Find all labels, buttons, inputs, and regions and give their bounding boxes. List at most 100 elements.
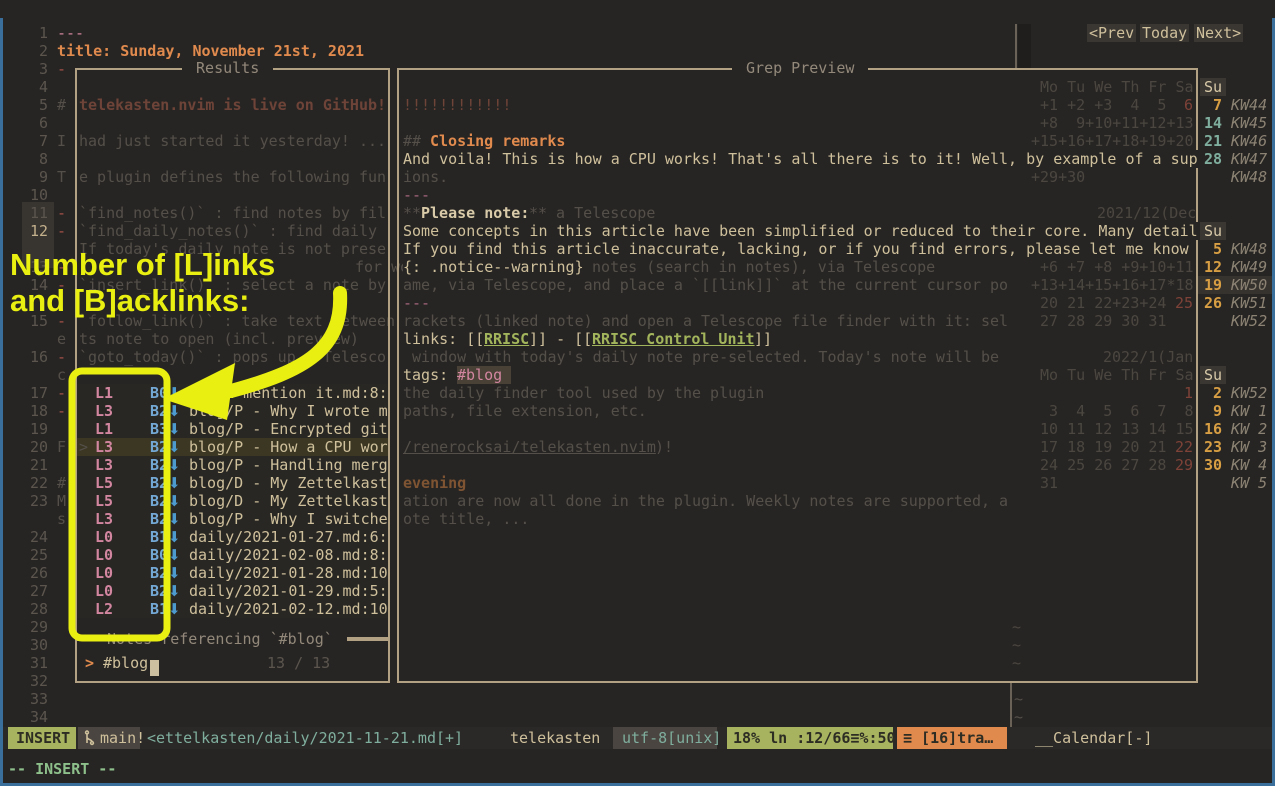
calendar-day[interactable]: 16: [1204, 420, 1222, 438]
calendar-day[interactable]: 7: [1204, 96, 1222, 114]
buffer-text: e: [57, 330, 66, 348]
line-number: 4: [39, 78, 48, 96]
result-file-label: blog/P - Why I switche: [189, 510, 388, 528]
preview-text: /renerocksai/telekasten.nvim: [403, 438, 656, 456]
result-file-label: daily/2021-01-27.md:6:: [189, 528, 388, 546]
down-arrow-icon: ⬇: [168, 456, 181, 474]
line-number: 28: [30, 600, 48, 618]
backlinks-count: B2: [150, 402, 168, 420]
calendar-prev-button[interactable]: <Prev: [1087, 24, 1136, 42]
preview-text: tags:: [403, 366, 457, 384]
results-row[interactable]: L5B2⬇blog/D - My Zettelkast: [77, 492, 388, 510]
calendar-today-button[interactable]: Today: [1140, 24, 1189, 42]
calendar-day[interactable]: 2: [1204, 384, 1222, 402]
calendar-day[interactable]: 19: [1204, 276, 1222, 294]
calendar-buffer-label: __Calendar[-]: [1035, 729, 1152, 747]
prompt-prefix: >: [85, 654, 94, 672]
calendar-week-label: KW45: [1231, 114, 1267, 132]
preview-text: Some concepts in this article have been …: [403, 222, 1198, 240]
calendar-day[interactable]: 23: [1204, 438, 1222, 456]
calendar-day[interactable]: 5: [1204, 240, 1222, 258]
calendar-week-label: KW 3: [1231, 438, 1267, 456]
buffer-text: s: [57, 510, 66, 528]
calendar-day[interactable]: 30: [1204, 456, 1222, 474]
links-count: L5: [95, 492, 113, 510]
results-row[interactable]: L1B0⬇ i mention it.md:8:: [77, 384, 388, 402]
down-arrow-icon: ⬇: [168, 402, 181, 420]
calendar-day[interactable]: 21: [1204, 132, 1222, 150]
preview-window-title: Grep Preview: [732, 59, 868, 77]
window-frame-left: [0, 18, 3, 786]
result-file-label: daily/2021-01-29.md:5:: [189, 582, 388, 600]
results-row[interactable]: L0B2⬇daily/2021-01-29.md:5:: [77, 582, 388, 600]
results-row[interactable]: L0B2⬇daily/2021-01-28.md:10: [77, 564, 388, 582]
preview-text: ote title, ...: [403, 510, 529, 528]
result-counter: 13 / 13: [267, 654, 330, 672]
line-number: 10: [30, 186, 48, 204]
links-count: L1: [95, 420, 113, 438]
calendar-next-button[interactable]: Next>: [1194, 24, 1243, 42]
calendar-week-label: KW 2: [1231, 420, 1267, 438]
buffer-text: -: [57, 402, 66, 420]
results-row[interactable]: L0B1⬇daily/2021-01-27.md:6:: [77, 528, 388, 546]
result-file-label: daily/2021-02-08.md:8:: [189, 546, 388, 564]
results-row[interactable]: L3B2⬇blog/P - Why I switche: [77, 510, 388, 528]
preview-text: window with today's daily note pre-selec…: [403, 348, 999, 366]
note-link[interactable]: RRISC: [484, 330, 529, 348]
results-row[interactable]: L3B2⬇blog/P - Handling merg: [77, 456, 388, 474]
calendar-day[interactable]: 12: [1204, 258, 1222, 276]
links-count: L2: [95, 600, 113, 618]
empty-line-tilde: ~: [1012, 618, 1021, 636]
calendar-day[interactable]: 26: [1204, 294, 1222, 312]
result-file-label: daily/2021-01-28.md:10: [189, 564, 388, 582]
note-link[interactable]: RRISC Control Unit: [592, 330, 755, 348]
results-row[interactable]: L0B0⬇daily/2021-02-08.md:8:: [77, 546, 388, 564]
links-count: L3: [95, 510, 113, 528]
calendar-day[interactable]: 28: [1204, 150, 1222, 168]
calendar-day[interactable]: 14: [1204, 114, 1222, 132]
backlinks-count: B3: [150, 420, 168, 438]
buffer-text: M: [57, 492, 66, 510]
line-number: 17: [30, 384, 48, 402]
down-arrow-icon: ⬇: [168, 564, 181, 582]
links-count: L3: [95, 402, 113, 420]
backlinks-count: B1: [150, 600, 168, 618]
links-count: L0: [95, 546, 113, 564]
preview-text: ##: [403, 132, 421, 150]
line-number: 16: [30, 348, 48, 366]
calendar-sign-column: [1018, 24, 1031, 68]
preview-text: {: .notice--warning}: [403, 258, 584, 276]
line-number: 27: [30, 582, 48, 600]
empty-line-tilde: ~: [1014, 690, 1023, 708]
line-number: 21: [30, 456, 48, 474]
results-row[interactable]: L2B1⬇daily/2021-02-12.md:10: [77, 600, 388, 618]
buffer-text: F: [57, 438, 66, 456]
down-arrow-icon: ⬇: [168, 510, 181, 528]
preview-text: !!!!!!!!!!!!: [403, 96, 511, 114]
results-row[interactable]: >L3B2⬇blog/P - How a CPU wor: [77, 438, 388, 456]
results-row[interactable]: L1B3⬇blog/P - Encrypted git: [77, 420, 388, 438]
mode-message: -- INSERT --: [8, 760, 116, 778]
down-arrow-icon: ⬇: [168, 546, 181, 564]
preview-text: Please note:: [421, 204, 529, 222]
buffer-text: #: [57, 474, 66, 492]
line-number: 32: [30, 672, 48, 690]
result-file-label: blog/D - My Zettelkast: [189, 492, 388, 510]
line-number: 29: [30, 618, 48, 636]
results-row[interactable]: L5B2⬇blog/D - My Zettelkast: [77, 474, 388, 492]
line-number: 23: [30, 492, 48, 510]
buffer-text: T: [57, 168, 66, 186]
line-number: 31: [30, 654, 48, 672]
calendar-week-label: KW51: [1231, 294, 1267, 312]
preview-text: ]] - [[: [529, 330, 592, 348]
calendar-week-label: KW48: [1231, 240, 1267, 258]
calendar-day[interactable]: 9: [1204, 402, 1222, 420]
backlinks-count: B2: [150, 438, 168, 456]
calendar-week-label: KW 1: [1231, 402, 1267, 420]
down-arrow-icon: ⬇: [168, 474, 181, 492]
links-count: L1: [95, 384, 113, 402]
search-input[interactable]: #blog: [103, 654, 148, 672]
preview-text: a Telescope: [547, 204, 655, 222]
results-row[interactable]: L3B2⬇blog/P - Why I wrote m: [77, 402, 388, 420]
calendar-week-label: KW52: [1231, 312, 1267, 330]
